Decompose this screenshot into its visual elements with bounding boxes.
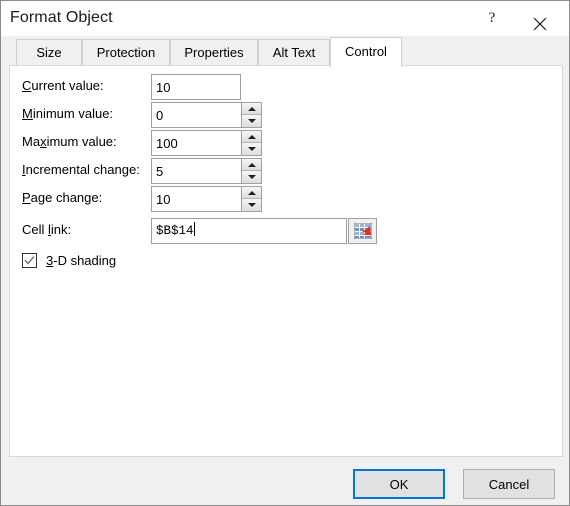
current-value-row: Current value: — [10, 74, 562, 100]
shading-checkbox[interactable] — [22, 253, 37, 268]
triangle-up-icon — [247, 190, 256, 195]
incremental-change-stepper-up[interactable] — [242, 159, 261, 171]
cell-link-row: Cell link: $B$14 — [10, 218, 562, 244]
maximum-value-stepper[interactable] — [241, 130, 262, 156]
text-caret — [193, 222, 195, 236]
tab-size[interactable]: Size — [16, 39, 82, 66]
cell-link-value: $B$14 — [156, 224, 194, 238]
range-select-icon — [353, 222, 372, 242]
question-mark-icon: ? — [488, 10, 496, 26]
page-change-input[interactable] — [151, 186, 241, 212]
range-select-button[interactable] — [348, 218, 377, 244]
incremental-change-row: Incremental change: — [10, 158, 562, 184]
tab-alt-text[interactable]: Alt Text — [258, 39, 330, 66]
incremental-change-input[interactable] — [151, 158, 241, 184]
cell-link-label: Cell link: — [22, 222, 72, 237]
current-value-input[interactable] — [151, 74, 241, 100]
page-change-label: Page change: — [22, 190, 103, 205]
tab-control[interactable]: Control — [330, 37, 402, 67]
incremental-change-label: Incremental change: — [22, 162, 140, 177]
maximum-value-stepper-up[interactable] — [242, 131, 261, 143]
close-button[interactable] — [517, 1, 563, 36]
minimum-value-stepper[interactable] — [241, 102, 262, 128]
page-change-row: Page change: — [10, 186, 562, 212]
triangle-up-icon — [247, 134, 256, 139]
format-object-dialog: Format Object ? Size Protection Properties… — [0, 0, 570, 506]
incremental-change-stepper-down[interactable] — [242, 171, 261, 183]
maximum-value-stepper-down[interactable] — [242, 143, 261, 155]
triangle-down-icon — [247, 147, 256, 151]
maximum-value-label: Maximum value: — [22, 134, 117, 149]
minimum-value-stepper-down[interactable] — [242, 115, 261, 127]
dialog-title: Format Object — [10, 9, 113, 26]
triangle-down-icon — [247, 203, 256, 207]
minimum-value-stepper-up[interactable] — [242, 103, 261, 115]
tab-protection[interactable]: Protection — [82, 39, 170, 66]
maximum-value-input[interactable] — [151, 130, 241, 156]
current-value-label: Current value: — [22, 78, 104, 93]
page-change-stepper-down[interactable] — [242, 199, 261, 211]
cancel-button[interactable]: Cancel — [463, 469, 555, 499]
title-bar: Format Object ? — [1, 1, 569, 36]
maximum-value-row: Maximum value: — [10, 130, 562, 156]
incremental-change-stepper[interactable] — [241, 158, 262, 184]
cell-link-input[interactable]: $B$14 — [151, 218, 347, 244]
triangle-down-icon — [247, 119, 256, 123]
triangle-up-icon — [247, 162, 256, 167]
tab-strip: Size Protection Properties Alt Text Control — [1, 36, 569, 67]
minimum-value-row: Minimum value: — [10, 102, 562, 128]
minimum-value-input[interactable] — [151, 102, 241, 128]
ok-button[interactable]: OK — [353, 469, 445, 499]
close-x-icon — [517, 17, 563, 31]
shading-checkbox-label: 3-D shading — [46, 253, 117, 268]
triangle-up-icon — [247, 106, 256, 111]
tab-properties[interactable]: Properties — [170, 39, 258, 66]
page-change-stepper-up[interactable] — [242, 187, 261, 199]
control-tab-panel: Current value: Minimum value: Maximum valu… — [9, 65, 563, 457]
minimum-value-label: Minimum value: — [22, 106, 114, 121]
page-change-stepper[interactable] — [241, 186, 262, 212]
help-button[interactable]: ? — [469, 1, 515, 36]
triangle-down-icon — [247, 175, 256, 179]
